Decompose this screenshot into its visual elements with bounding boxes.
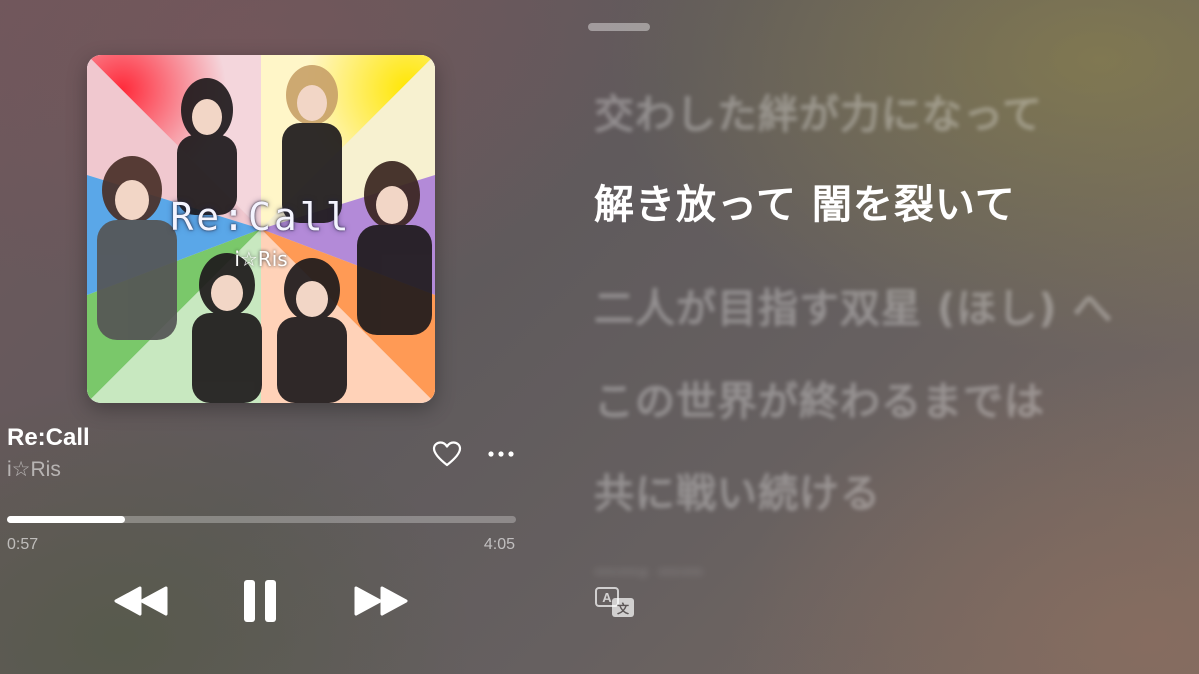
playback-scrubber[interactable] <box>7 516 516 523</box>
translate-icon: A 文 <box>595 587 634 617</box>
track-artist[interactable]: i☆Ris <box>7 457 61 482</box>
svg-text:文: 文 <box>617 601 630 616</box>
svg-text:A: A <box>602 590 612 605</box>
album-art-title: Re:Call <box>170 195 352 239</box>
lyric-line-current[interactable]: 解き放って 闇を裂いて <box>594 172 1016 230</box>
heart-outline-icon <box>432 441 462 467</box>
elapsed-time: 0:57 <box>7 536 39 553</box>
total-duration: 4:05 <box>483 536 515 553</box>
lyric-line[interactable]: 二人が目指す双星 (ほし) へ <box>594 276 1113 334</box>
album-art-artist: i☆Ris <box>234 247 288 271</box>
pause-button[interactable] <box>240 578 280 624</box>
pause-icon <box>244 580 276 622</box>
ellipsis-icon <box>488 451 514 457</box>
lyric-line[interactable]: 交わした絆が力になって <box>594 82 1043 140</box>
sheet-grabber-handle[interactable] <box>588 23 650 31</box>
lyric-line[interactable]: この世界が終わるまでは <box>594 369 1045 427</box>
fast-forward-button[interactable] <box>352 584 410 618</box>
track-title[interactable]: Re:Call <box>7 424 90 452</box>
rewind-button[interactable] <box>112 584 170 618</box>
lyric-line[interactable]: 共に戦い続ける <box>594 461 881 519</box>
fast-forward-icon <box>354 586 408 616</box>
rewind-icon <box>114 586 168 616</box>
more-options-button[interactable] <box>486 440 516 468</box>
favorite-button[interactable] <box>432 440 462 468</box>
lyric-line[interactable]: ……, …… <box>594 555 704 580</box>
album-artwork[interactable]: Re:Call i☆Ris <box>87 55 435 403</box>
playback-progress-fill <box>7 516 126 523</box>
lyrics-translate-button[interactable]: A 文 <box>594 586 636 620</box>
